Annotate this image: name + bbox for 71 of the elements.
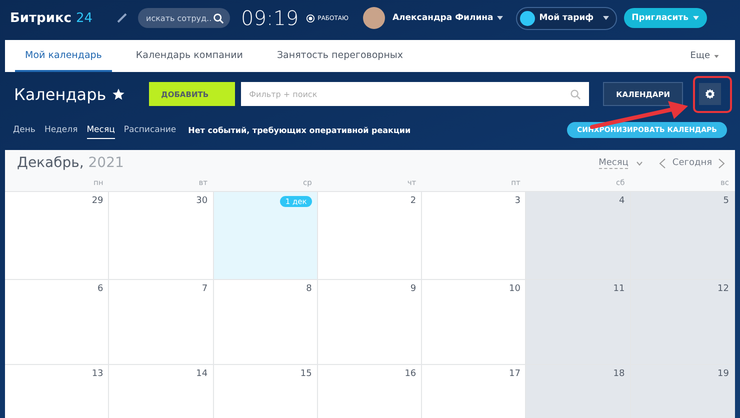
day-cell[interactable]: 6 [5, 280, 110, 365]
tab[interactable]: Мой календарь [15, 40, 112, 72]
today-button[interactable]: Сегодня [672, 158, 712, 168]
day-number: 29 [92, 196, 104, 206]
day-cell[interactable]: 5 [630, 192, 735, 280]
view-tab[interactable]: Расписание [124, 122, 176, 138]
caret-icon[interactable] [497, 16, 504, 20]
day-cell[interactable]: 12 [630, 280, 735, 365]
view-select[interactable]: Месяц [598, 158, 628, 168]
day-number: 9 [410, 284, 416, 294]
day-cell[interactable]: 19 [630, 365, 735, 418]
day-number: 2 [410, 196, 416, 206]
highlight-frame [693, 76, 732, 113]
tab[interactable]: Календарь компании [126, 40, 253, 72]
caret-icon [714, 55, 719, 58]
day-cell[interactable]: 15 [214, 365, 318, 418]
day-number: 17 [508, 369, 520, 379]
page-title: Календарь [14, 84, 106, 104]
day-number: 15 [300, 369, 312, 379]
day-number: 10 [508, 284, 520, 294]
day-cell[interactable]: 11 [526, 280, 631, 365]
day-number: 7 [202, 284, 208, 294]
view-tab[interactable]: День [13, 122, 36, 138]
view-tab[interactable]: Неделя [44, 122, 78, 138]
day-cell[interactable]: 16 [318, 365, 422, 418]
day-number: 5 [723, 196, 729, 206]
search-icon [213, 13, 224, 24]
month-title: Декабрь, 2021 [17, 155, 124, 171]
user-name[interactable]: Александра Филина [392, 13, 494, 23]
logo[interactable]: Битрикс 24 [10, 10, 110, 26]
radio-icon [306, 14, 315, 22]
gear-icon [704, 88, 716, 100]
day-cell[interactable]: 7 [109, 280, 214, 365]
filter-field[interactable]: Фильтр + поиск [241, 82, 590, 106]
day-number: 13 [92, 369, 104, 379]
search-icon [570, 89, 582, 100]
day-number: 18 [613, 369, 625, 379]
day-cell[interactable]: 18 [526, 365, 631, 418]
day-number: 30 [196, 196, 208, 206]
day-cell[interactable]: 9 [318, 280, 422, 365]
chevron-left-icon[interactable] [659, 158, 666, 168]
pencil-icon[interactable] [117, 13, 127, 23]
day-number: 19 [718, 369, 729, 379]
caret-icon [602, 16, 609, 20]
day-cell[interactable]: 8 [214, 280, 318, 365]
day-number: 6 [98, 284, 104, 294]
avatar[interactable] [363, 7, 386, 29]
day-number: 8 [306, 284, 312, 294]
day-number: 14 [196, 369, 208, 379]
caret-icon [693, 16, 700, 20]
star-icon[interactable] [112, 88, 126, 100]
more-menu[interactable]: Еще [684, 40, 725, 72]
tariff-button[interactable]: Мой тариф [516, 6, 617, 30]
tab[interactable]: Занятость переговорных [266, 40, 414, 72]
clock-time[interactable]: 09:19 [241, 6, 299, 30]
day-cell[interactable]: 13 [5, 365, 110, 418]
day-number: 4 [618, 196, 625, 206]
day-cell[interactable]: 2 [318, 192, 422, 280]
chevron-down-icon[interactable] [636, 160, 644, 166]
day-number: 16 [404, 369, 416, 379]
day-cell[interactable]: 14 [109, 365, 214, 418]
day-cell[interactable]: 29 [5, 192, 110, 280]
day-number: 11 [613, 284, 625, 294]
settings-button[interactable] [698, 83, 721, 105]
view-tab[interactable]: Месяц [86, 122, 115, 138]
search-field[interactable]: искать сотруд... [138, 8, 230, 28]
day-number: 12 [718, 284, 729, 294]
notice-text: Нет событий, требующих оперативной реакции [188, 126, 411, 134]
chevron-right-icon[interactable] [718, 158, 725, 168]
day-cell[interactable]: 4 [526, 192, 631, 280]
day-number: 3 [514, 196, 520, 206]
